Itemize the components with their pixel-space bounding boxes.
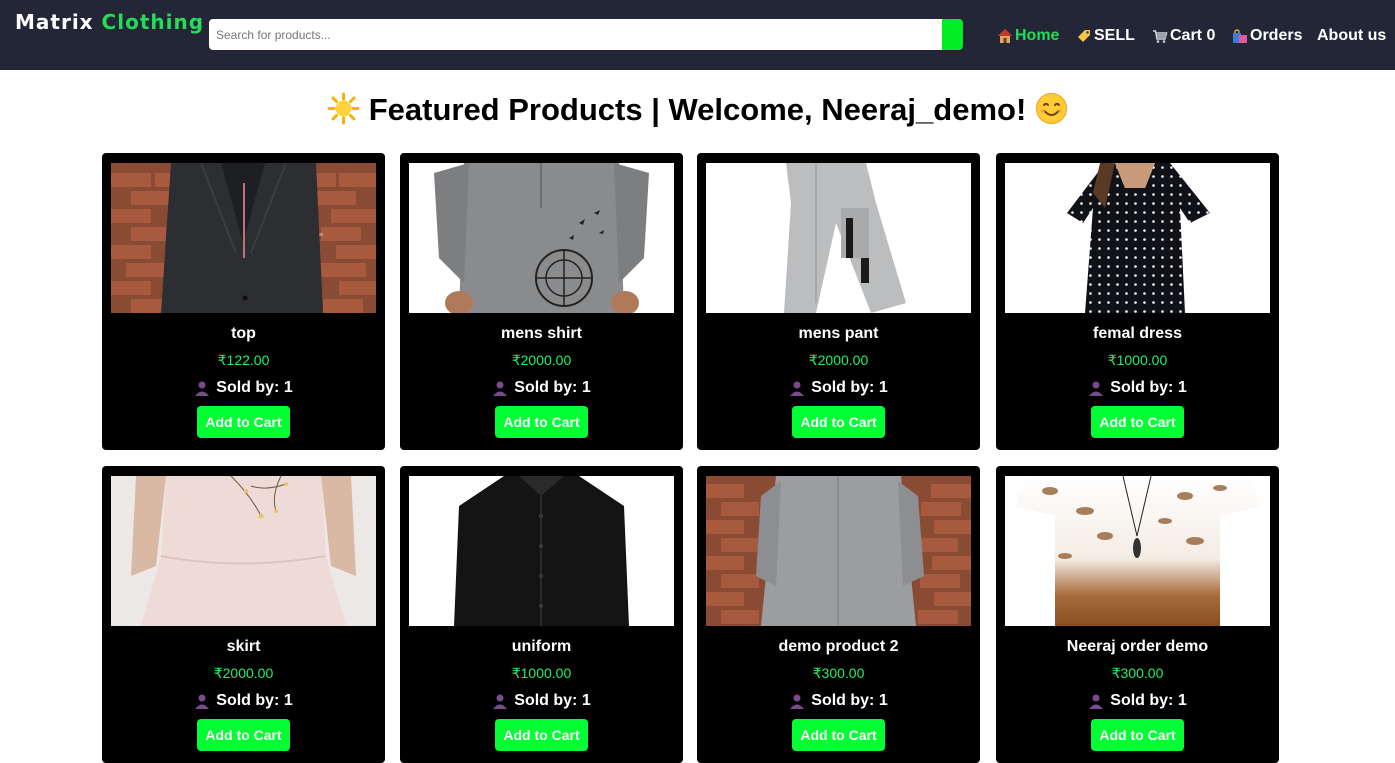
smiling-face-icon: [1035, 92, 1068, 125]
product-name: skirt: [226, 638, 261, 655]
product-image[interactable]: [1005, 163, 1270, 313]
nav-sell[interactable]: SELL: [1076, 27, 1135, 45]
product-image[interactable]: [706, 163, 971, 313]
product-price: ₹300.00: [1111, 665, 1164, 681]
product-price: ₹2000.00: [511, 352, 572, 368]
nav-sell-label: SELL: [1094, 27, 1135, 44]
page-title-text: Featured Products | Welcome, Neeraj_demo…: [368, 92, 1027, 127]
add-to-cart-button[interactable]: Add to Cart: [197, 719, 290, 751]
nav-orders[interactable]: Orders: [1232, 27, 1302, 45]
nav-home-label: Home: [1015, 27, 1060, 44]
search-bar: [209, 19, 963, 50]
nav-orders-label: Orders: [1250, 27, 1303, 44]
product-seller-label: Sold by: 1: [1110, 692, 1187, 709]
cart-icon: [1152, 28, 1168, 44]
product-image[interactable]: [111, 476, 376, 626]
product-seller: Sold by: 1: [996, 379, 1279, 397]
shopping-bags-icon: [1232, 28, 1248, 44]
tag-icon: [1076, 28, 1092, 44]
product-seller: Sold by: 1: [697, 379, 980, 397]
product-seller-label: Sold by: 1: [216, 379, 293, 396]
nav-cart[interactable]: Cart 0: [1152, 27, 1215, 45]
user-icon: [1088, 380, 1104, 396]
brand-logo[interactable]: Matrix Clothing: [15, 10, 204, 34]
product-name: uniform: [511, 638, 572, 655]
product-price: ₹1000.00: [511, 665, 572, 681]
product-seller: Sold by: 1: [102, 379, 385, 397]
product-seller-label: Sold by: 1: [811, 692, 888, 709]
product-seller: Sold by: 1: [102, 692, 385, 710]
product-seller-label: Sold by: 1: [216, 692, 293, 709]
product-name: Neeraj order demo: [1066, 638, 1209, 655]
add-to-cart-button[interactable]: Add to Cart: [197, 406, 290, 438]
product-name: demo product 2: [778, 638, 899, 655]
nav-home[interactable]: Home: [997, 27, 1059, 45]
product-price: ₹122.00: [217, 352, 270, 368]
house-icon: [997, 28, 1013, 44]
product-price: ₹2000.00: [213, 665, 274, 681]
product-seller: Sold by: 1: [400, 379, 683, 397]
product-seller: Sold by: 1: [400, 692, 683, 710]
add-to-cart-button[interactable]: Add to Cart: [495, 406, 588, 438]
product-card[interactable]: skirt ₹2000.00 Sold by: 1 Add to Cart: [102, 466, 385, 763]
product-card[interactable]: uniform ₹1000.00 Sold by: 1 Add to Cart: [400, 466, 683, 763]
product-seller-label: Sold by: 1: [514, 379, 591, 396]
user-icon: [789, 380, 805, 396]
product-image[interactable]: [409, 163, 674, 313]
product-price: ₹1000.00: [1107, 352, 1168, 368]
product-seller-label: Sold by: 1: [811, 379, 888, 396]
nav-about-label: About us: [1317, 27, 1387, 44]
product-price: ₹300.00: [812, 665, 865, 681]
user-icon: [492, 693, 508, 709]
user-icon: [194, 693, 210, 709]
product-card[interactable]: femal dress ₹1000.00 Sold by: 1 Add to C…: [996, 153, 1279, 450]
user-icon: [1088, 693, 1104, 709]
product-name: mens shirt: [501, 325, 582, 342]
user-icon: [194, 380, 210, 396]
product-seller-label: Sold by: 1: [514, 692, 591, 709]
product-image[interactable]: [111, 163, 376, 313]
product-card[interactable]: top ₹122.00 Sold by: 1 Add to Cart: [102, 153, 385, 450]
product-seller-label: Sold by: 1: [1110, 379, 1187, 396]
add-to-cart-button[interactable]: Add to Cart: [792, 406, 885, 438]
product-image[interactable]: [1005, 476, 1270, 626]
navbar: Matrix Clothing Home SELL: [0, 0, 1395, 70]
product-image[interactable]: [409, 476, 674, 626]
brand-name-second: Clothing: [101, 10, 205, 34]
product-card[interactable]: demo product 2 ₹300.00 Sold by: 1 Add to…: [697, 466, 980, 763]
product-name: femal dress: [1093, 325, 1182, 342]
product-seller: Sold by: 1: [697, 692, 980, 710]
product-seller: Sold by: 1: [996, 692, 1279, 710]
product-card[interactable]: Neeraj order demo ₹300.00 Sold by: 1 Add…: [996, 466, 1279, 763]
nav-cart-label: Cart 0: [1170, 27, 1216, 44]
product-image[interactable]: [706, 476, 971, 626]
product-price: ₹2000.00: [808, 352, 869, 368]
add-to-cart-button[interactable]: Add to Cart: [1091, 406, 1184, 438]
product-card[interactable]: mens shirt ₹2000.00 Sold by: 1 Add to Ca…: [400, 153, 683, 450]
add-to-cart-button[interactable]: Add to Cart: [495, 719, 588, 751]
search-input[interactable]: [209, 19, 942, 50]
user-icon: [789, 693, 805, 709]
add-to-cart-button[interactable]: Add to Cart: [1091, 719, 1184, 751]
search-button[interactable]: [942, 19, 963, 50]
brand-name-first: Matrix: [15, 10, 94, 34]
page-title: Featured Products | Welcome, Neeraj_demo…: [0, 92, 1395, 128]
product-card[interactable]: mens pant ₹2000.00 Sold by: 1 Add to Car…: [697, 153, 980, 450]
user-icon: [492, 380, 508, 396]
product-name: top: [231, 325, 256, 342]
product-name: mens pant: [798, 325, 879, 342]
sun-icon: [327, 92, 360, 125]
add-to-cart-button[interactable]: Add to Cart: [792, 719, 885, 751]
nav-about[interactable]: About us: [1317, 27, 1386, 45]
